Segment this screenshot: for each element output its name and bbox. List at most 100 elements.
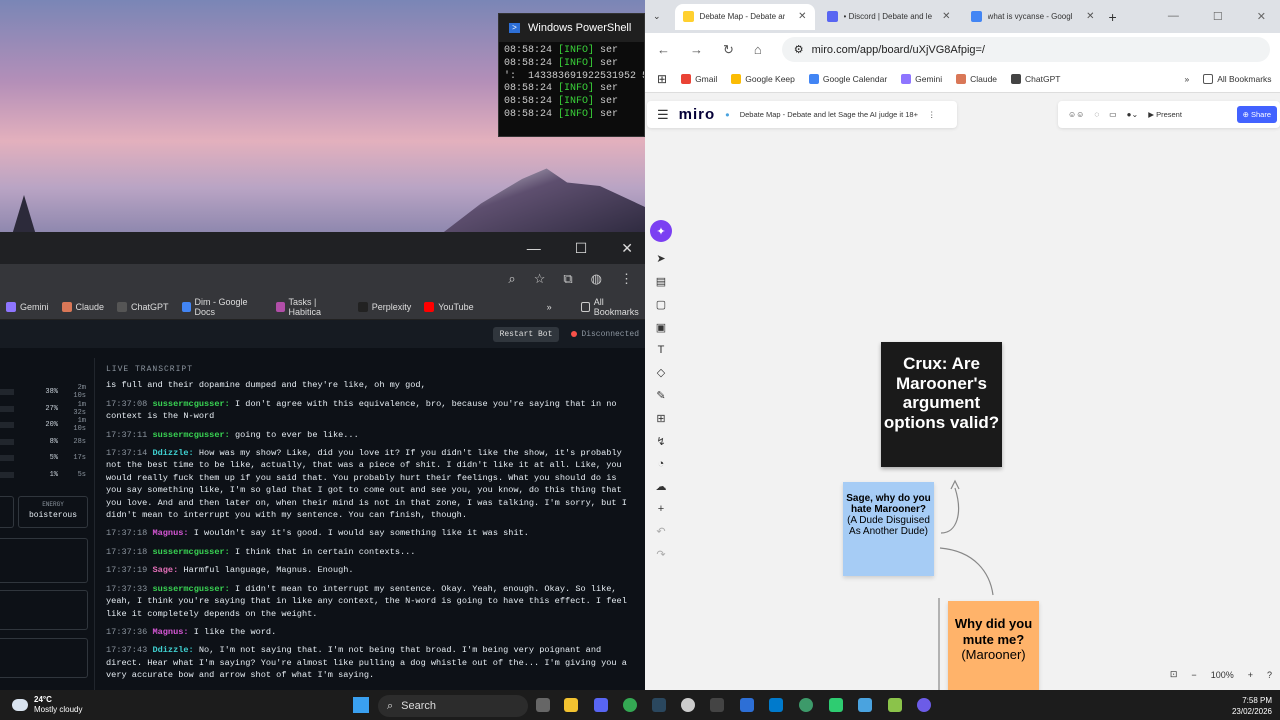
app-icon[interactable] [888,698,902,712]
timestamp: 17:37:11 [106,429,148,440]
dashboard-browser-window: — ☐ ✕ ⌕ ☆ ⧉ ◍ ⋮ Gemini Claude ChatGPT Dim -… [0,232,645,690]
bookmark-item[interactable]: Dim - Google Docs [181,297,263,317]
folder-icon [1203,74,1214,84]
app-icon[interactable] [799,698,813,712]
more-bookmarks-icon[interactable]: » [547,302,552,312]
profile-icon[interactable]: ◍ [591,271,602,287]
system-clock[interactable]: 7:58 PM 23/02/2026 [1232,695,1272,717]
home-icon[interactable]: ⌂ [754,42,762,57]
miro-board-canvas[interactable]: ☰ miro ● Debate Map - Debate and let Sag… [645,93,1280,690]
weather-widget[interactable]: 24°C Mostly cloudy [12,695,82,715]
speaker-name: sussermcgusser: [152,429,230,440]
stat-row: 5% 17s [0,450,94,467]
maximize-button[interactable]: ☐ [575,240,588,257]
file-explorer-icon[interactable] [564,698,578,712]
bookmark-label: Google Calendar [822,74,888,84]
tab-close-icon[interactable]: ✕ [1086,11,1094,22]
tab-close-icon[interactable]: ✕ [942,11,950,22]
bookmark-item[interactable]: ChatGPT [117,301,169,312]
bookmark-item[interactable]: Claude [956,74,997,84]
reload-icon[interactable]: ↻ [723,42,734,58]
bookmark-item[interactable]: Gemini [901,74,942,84]
steam-icon[interactable] [652,698,666,712]
all-bookmarks[interactable]: All Bookmarks [580,297,645,317]
notepad-icon[interactable] [858,698,872,712]
extensions-icon[interactable]: ⧉ [563,271,572,287]
app-icon[interactable] [917,698,931,712]
transcript-header: LIVE TRANSCRIPT [106,365,194,374]
tab-search-icon[interactable]: ⌄ [653,11,661,22]
forward-icon[interactable]: → [690,42,703,57]
stat-time: 2m 10s [73,384,86,401]
app-icon[interactable] [829,698,843,712]
search-icon: ⌕ [387,699,394,712]
close-button[interactable]: ✕ [1257,10,1266,23]
bookmark-item[interactable]: YouTube [424,301,474,312]
url-text: miro.com/app/board/uXjVG8Afpig=/ [811,43,985,56]
more-bookmarks-icon[interactable]: » [1184,74,1189,84]
bookmark-item[interactable]: Google Keep [731,74,795,84]
speaker-name: Ddizzle: [152,448,194,459]
apps-grid-icon[interactable]: ⊞ [657,72,667,86]
search-box[interactable]: ⌕ Search [378,695,528,717]
back-icon[interactable]: ← [657,42,670,57]
zoom-in-button[interactable]: + [1248,670,1253,680]
bookmark-label: ChatGPT [131,301,169,312]
speaker-name: Magnus: [152,626,189,637]
stat-time: 5s [77,470,86,479]
task-view-icon[interactable] [536,698,550,712]
bookmark-label: YouTube [438,301,474,312]
bookmark-item[interactable]: ChatGPT [1011,74,1060,84]
browser-tab[interactable]: what is vycanse - Googl ✕ [963,4,1103,30]
terminal-icon[interactable] [710,698,724,712]
vscode-icon[interactable] [769,698,783,712]
address-bar[interactable]: ⚙ miro.com/app/board/uXjVG8Afpig=/ [781,37,1270,62]
stat-time: 28s [73,437,86,446]
log-time: 08:58:24 [504,96,553,108]
speaker-name: sussermcgusser: [152,546,230,557]
menu-icon[interactable]: ⋮ [620,271,633,287]
panel-box [0,538,88,583]
cloud-icon [12,699,28,711]
timestamp: 17:37:19 [106,565,148,576]
zoom-icon[interactable]: ⌕ [508,271,515,287]
app-icon[interactable] [681,698,695,712]
close-button[interactable]: ✕ [621,240,633,257]
maximize-button[interactable]: ☐ [1213,10,1223,23]
new-tab-button[interactable]: + [1109,9,1117,25]
site-info-icon[interactable]: ⚙ [794,43,804,56]
powershell-titlebar[interactable]: > Windows PowerShell [499,14,644,42]
log-line: ': 143383691922531952 5, [504,71,644,84]
bookmark-label: Google Keep [745,74,795,84]
browser-tab[interactable]: • Discord | Debate and le ✕ [819,4,959,30]
fit-screen-icon[interactable]: ⊡ [1170,669,1178,680]
crux-card[interactable]: Crux: Are Marooner's argument options va… [881,342,1002,467]
powershell-window[interactable]: > Windows PowerShell 08:58:24 [INFO] ser… [498,13,645,137]
bookmark-item[interactable]: Gmail [681,74,717,84]
bookmark-item[interactable]: Claude [61,301,104,312]
bookmark-item[interactable]: Gemini [6,301,49,312]
zoom-out-button[interactable]: − [1191,670,1196,680]
star-icon[interactable]: ☆ [534,271,546,287]
bookmark-item[interactable]: Perplexity [357,301,411,312]
log-line: 08:58:24 [INFO] ser [504,45,639,58]
minimize-button[interactable]: — [527,240,541,256]
sticky-note-sage[interactable]: Sage, why do you hate Marooner? (A Dude … [843,482,934,576]
minimize-button[interactable]: — [1168,10,1179,23]
connector-loop [940,487,960,534]
tab-close-icon[interactable]: ✕ [798,11,806,22]
help-icon[interactable]: ? [1267,670,1272,680]
all-bookmarks[interactable]: All Bookmarks [1203,74,1272,84]
windows-start-icon[interactable] [353,697,369,713]
browser-tab[interactable]: Debate Map - Debate ar ✕ [674,3,815,30]
chrome-icon[interactable] [623,698,637,712]
bookmark-item[interactable]: Tasks | Habitica [275,297,345,317]
powershell-icon[interactable] [740,698,754,712]
bookmark-item[interactable]: Google Calendar [808,74,888,84]
sticky-note-mute[interactable]: Why did you mute me? (Marooner) [948,601,1039,690]
connector-arrow [950,479,960,490]
zoom-level[interactable]: 100% [1211,670,1234,680]
browser-toolbar: ⌕ ☆ ⧉ ◍ ⋮ [0,264,645,294]
restart-bot-button[interactable]: Restart Bot [492,326,560,342]
discord-icon[interactable] [594,698,608,712]
